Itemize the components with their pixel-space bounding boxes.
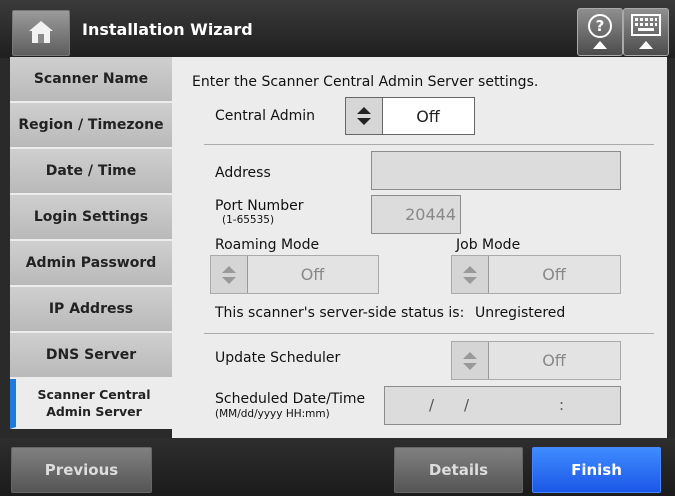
up-down-arrows-icon (222, 265, 236, 284)
job-mode-value: Off (542, 265, 566, 284)
expand-arrow-icon (593, 41, 607, 49)
up-down-arrows-icon (357, 107, 371, 125)
update-scheduler-value: Off (542, 351, 566, 370)
sidebar-item-region-timezone[interactable]: Region / Timezone (10, 103, 172, 149)
sidebar-item-label: Region / Timezone (18, 117, 164, 133)
port-number-field[interactable]: 20444 (371, 195, 461, 234)
home-icon (29, 21, 53, 43)
sidebar-item-label: Login Settings (33, 209, 149, 225)
instruction-text: Enter the Scanner Central Admin Server s… (192, 74, 539, 90)
status-value: Unregistered (475, 305, 566, 321)
sidebar-item-date-time[interactable]: Date / Time (10, 149, 172, 195)
status-label: This scanner's server-side status is: (215, 305, 465, 321)
sidebar-item-label: Date / Time (45, 163, 137, 179)
home-button[interactable] (12, 10, 70, 56)
window-frame: Installation Wizard ? Scanner Name Regio… (0, 0, 675, 496)
settings-panel: Enter the Scanner Central Admin Server s… (172, 57, 667, 438)
date-separator: / (464, 396, 470, 414)
up-down-arrows-icon (463, 351, 477, 370)
central-admin-value: Off (416, 106, 440, 126)
details-button[interactable]: Details (394, 447, 523, 493)
time-separator: : (559, 396, 565, 414)
keyboard-button[interactable] (623, 8, 669, 56)
roaming-mode-select[interactable]: Off (210, 255, 379, 294)
spin-arrows[interactable] (346, 98, 383, 134)
job-mode-select[interactable]: Off (451, 255, 621, 294)
sidebar-item-label: Admin Password (25, 255, 157, 271)
spin-arrows[interactable] (452, 256, 489, 293)
up-down-arrows-icon (463, 265, 477, 284)
help-button[interactable]: ? (577, 8, 623, 56)
date-separator: / (429, 396, 435, 414)
spin-arrows[interactable] (211, 256, 248, 293)
scheduled-datetime-label: Scheduled Date/Time (215, 391, 366, 407)
help-icon: ? (588, 14, 612, 38)
roaming-mode-label: Roaming Mode (215, 237, 320, 253)
sidebar-item-scanner-central-admin-server[interactable]: Scanner Central Admin Server (10, 379, 172, 429)
address-label: Address (215, 165, 271, 181)
scheduled-datetime-hint: (MM/dd/yyyy HH:mm) (215, 408, 330, 420)
sidebar-item-label: IP Address (48, 301, 134, 317)
svg-text:?: ? (596, 17, 605, 35)
address-field[interactable] (371, 151, 621, 190)
port-number-value: 20444 (405, 205, 456, 224)
sidebar-item-label: Scanner Name (33, 71, 149, 87)
expand-arrow-icon (639, 41, 653, 49)
header-bar: Installation Wizard ? (0, 0, 675, 58)
port-number-label: Port Number (215, 198, 304, 214)
keyboard-icon (631, 14, 661, 36)
sidebar-item-label-line1: Scanner Central (37, 387, 151, 402)
central-admin-select[interactable]: Off (345, 97, 475, 135)
job-mode-label: Job Mode (456, 237, 521, 253)
page-title: Installation Wizard (82, 20, 253, 39)
divider (204, 333, 654, 334)
sidebar-item-login-settings[interactable]: Login Settings (10, 195, 172, 241)
sidebar-item-scanner-name[interactable]: Scanner Name (10, 57, 172, 103)
sidebar-item-admin-password[interactable]: Admin Password (10, 241, 172, 287)
central-admin-label: Central Admin (215, 108, 316, 124)
footer-bar: Previous Details Finish (0, 438, 675, 496)
port-number-hint: (1-65535) (222, 214, 275, 226)
finish-button[interactable]: Finish (532, 447, 661, 493)
scheduled-datetime-field[interactable]: / / : (384, 386, 621, 425)
update-scheduler-select[interactable]: Off (451, 341, 621, 380)
sidebar-item-dns-server[interactable]: DNS Server (10, 333, 172, 379)
sidebar-item-label: DNS Server (45, 347, 137, 363)
spin-arrows[interactable] (452, 342, 489, 379)
divider (204, 144, 654, 145)
sidebar-item-label-line2: Admin Server (46, 404, 142, 419)
previous-button[interactable]: Previous (11, 447, 152, 493)
sidebar-item-ip-address[interactable]: IP Address (10, 287, 172, 333)
sidebar-item-label: Scanner Central Admin Server (37, 386, 150, 420)
sidebar: Scanner Name Region / Timezone Date / Ti… (10, 57, 172, 429)
update-scheduler-label: Update Scheduler (215, 350, 341, 366)
roaming-mode-value: Off (300, 265, 325, 284)
